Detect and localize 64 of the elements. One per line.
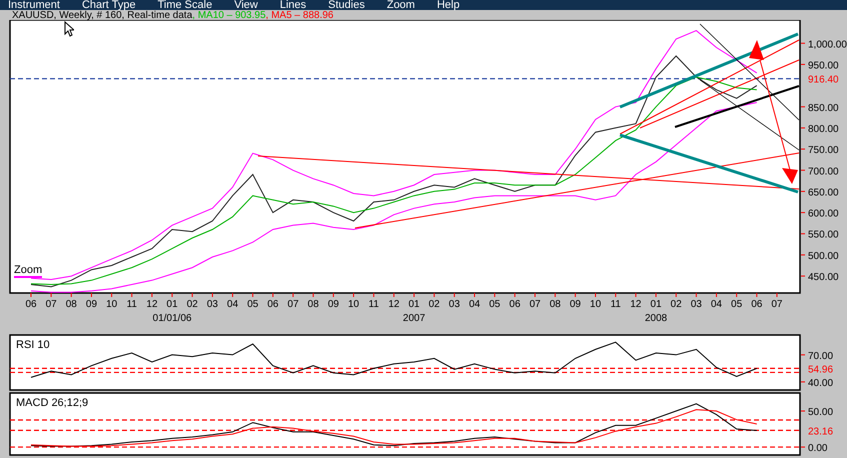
axis-label: 04 bbox=[468, 299, 480, 310]
axis-label: 10 bbox=[106, 299, 118, 310]
year-label: 2007 bbox=[402, 313, 426, 324]
chart-info-text: , MA5 – 888.96 bbox=[266, 10, 334, 20]
axis-label: 06 bbox=[267, 299, 278, 310]
axis-label: 02 bbox=[186, 299, 198, 310]
axis-label: 0.00 bbox=[808, 443, 828, 454]
axis-label: 01 bbox=[166, 299, 178, 310]
axis-label: 03 bbox=[690, 299, 702, 310]
axis-label: 06 bbox=[25, 299, 37, 310]
axis-label: 10 bbox=[590, 299, 602, 310]
indicator-title: MACD 26;12;9 bbox=[16, 397, 88, 409]
axis-label: 950.00 bbox=[808, 60, 839, 72]
axis-label: 07 bbox=[771, 299, 782, 310]
axis-label: 09 bbox=[328, 299, 339, 310]
current-value-label: 916.40 bbox=[808, 74, 839, 86]
axis-label: 450.00 bbox=[808, 272, 839, 284]
axis-label: 04 bbox=[227, 299, 238, 310]
axis-label: 1,000.00 bbox=[808, 39, 847, 50]
axis-label: 05 bbox=[247, 299, 258, 310]
year-label: 2008 bbox=[644, 313, 668, 324]
current-value-label: 54.96 bbox=[808, 364, 834, 376]
axis-label: 01 bbox=[650, 299, 662, 310]
axis-label: 70.00 bbox=[808, 350, 834, 362]
axis-label: 06 bbox=[509, 299, 520, 310]
axis-label: 08 bbox=[550, 299, 561, 310]
axis-label: 12 bbox=[388, 299, 400, 310]
axis-label: 700.00 bbox=[808, 166, 839, 178]
axis-label: 05 bbox=[489, 299, 500, 310]
axis-label: 600.00 bbox=[808, 208, 839, 220]
axis-label: 11 bbox=[126, 299, 137, 310]
current-value-label: 23.16 bbox=[808, 426, 834, 438]
indicator-title: RSI 10 bbox=[16, 339, 50, 351]
axis-label: 08 bbox=[66, 299, 77, 310]
axis-label: 06 bbox=[751, 299, 762, 310]
axis-label: 02 bbox=[428, 299, 440, 310]
axis-label: 03 bbox=[206, 299, 218, 310]
axis-label: 850.00 bbox=[808, 102, 839, 114]
axis-label: 12 bbox=[630, 299, 642, 310]
axis-label: 07 bbox=[529, 299, 541, 310]
axis-label: 650.00 bbox=[808, 187, 839, 198]
axis-label: 04 bbox=[710, 299, 722, 310]
axis-label: 12 bbox=[146, 299, 158, 310]
axis-label: 11 bbox=[368, 299, 379, 310]
axis-label: 550.00 bbox=[808, 230, 839, 241]
axis-label: 03 bbox=[448, 299, 460, 310]
axis-label: 11 bbox=[610, 299, 621, 310]
axis-label: 09 bbox=[86, 299, 98, 310]
axis-label: 08 bbox=[308, 299, 319, 310]
axis-label: 50.00 bbox=[808, 407, 834, 418]
chart-info-text: , MA10 – 903.95 bbox=[192, 10, 266, 20]
axis-label: 09 bbox=[570, 299, 581, 310]
axis-label: 01 bbox=[408, 299, 420, 310]
axis-label: 02 bbox=[670, 299, 682, 310]
axis-label: 10 bbox=[348, 299, 360, 310]
axis-label: 40.00 bbox=[808, 378, 834, 389]
axis-label: 05 bbox=[731, 299, 742, 310]
axis-label: 800.00 bbox=[808, 124, 839, 135]
chart-info-text: XAUUSD, Weekly, # 160, Real-time data bbox=[12, 10, 192, 20]
year-label: 01/01/06 bbox=[152, 313, 192, 324]
axis-label: 07 bbox=[288, 299, 299, 310]
axis-label: 07 bbox=[46, 299, 57, 310]
axis-label: 500.00 bbox=[808, 250, 839, 262]
axis-label: 750.00 bbox=[808, 145, 839, 156]
